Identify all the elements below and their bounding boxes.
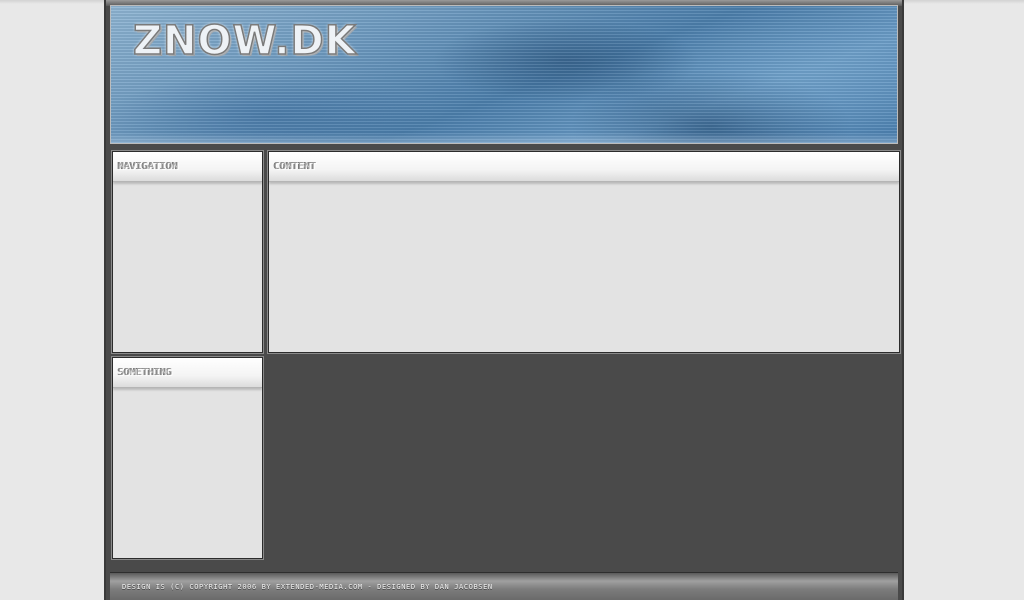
something-panel-title: SOMETHING (113, 358, 262, 388)
content-panel-title: CONTENT (269, 152, 899, 182)
footer-copyright: DESIGN IS (C) COPYRIGHT 2006 BY EXTENDED… (122, 583, 493, 591)
footer-bar: DESIGN IS (C) COPYRIGHT 2006 BY EXTENDED… (110, 572, 898, 600)
navigation-panel-title: NAVIGATION (113, 152, 262, 182)
something-panel: SOMETHING (111, 356, 264, 560)
site-header-banner: ZNOW.DK (110, 5, 898, 144)
site-logo[interactable]: ZNOW.DK (132, 17, 357, 65)
page-frame: ZNOW.DK NAVIGATION CONTENT SOMETHING DES… (104, 0, 904, 600)
navigation-panel: NAVIGATION (111, 150, 264, 354)
content-panel: CONTENT (267, 150, 901, 354)
